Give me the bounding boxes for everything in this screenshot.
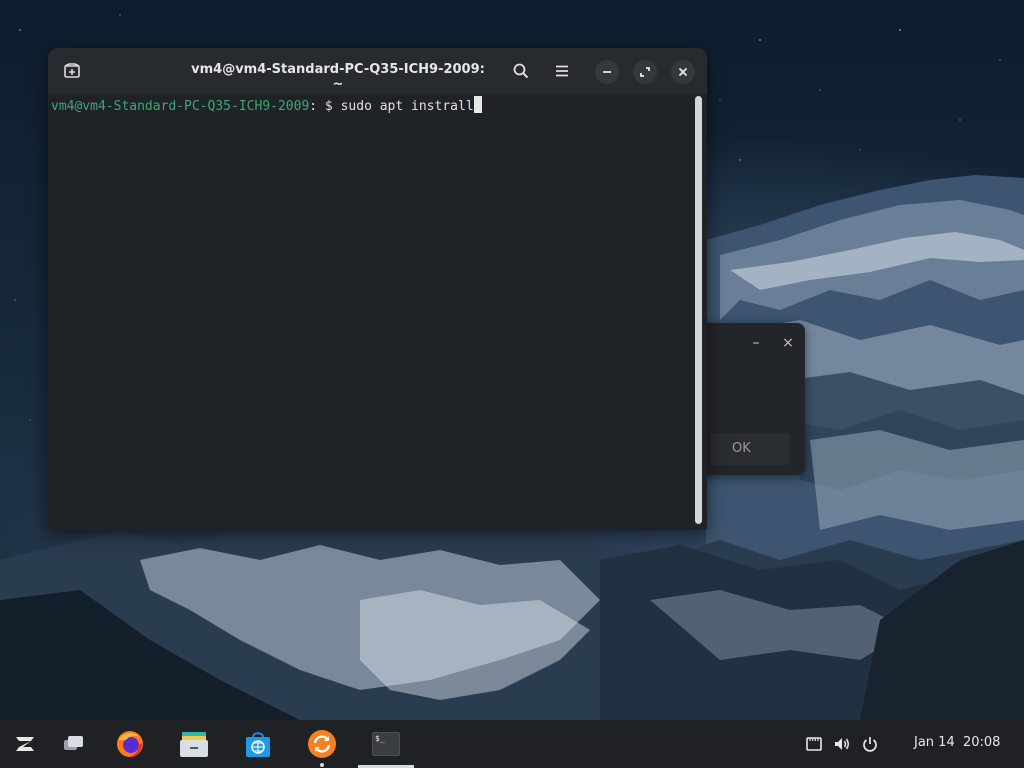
volume-icon[interactable] (832, 734, 852, 754)
svg-text:$_: $_ (375, 734, 385, 743)
terminal-title: vm4@vm4-Standard-PC-Q35-ICH9-2009: ~ (191, 62, 485, 92)
close-icon (678, 67, 688, 77)
terminal-scrollbar[interactable] (695, 96, 702, 524)
files-icon[interactable] (178, 728, 210, 760)
clock[interactable]: Jan 14 20:08 (914, 735, 1000, 750)
network-icon[interactable] (804, 734, 824, 754)
running-app-indicator (320, 763, 324, 767)
firefox-icon[interactable] (114, 728, 146, 760)
zorin-menu-icon[interactable] (9, 728, 41, 760)
minimize-icon (603, 71, 611, 73)
dialog-ok-button[interactable]: OK (710, 433, 790, 465)
power-icon[interactable] (860, 734, 880, 754)
hamburger-menu-icon[interactable] (552, 61, 572, 81)
terminal-output-area[interactable] (48, 94, 693, 530)
taskbar: $_ Jan 14 20:08 (0, 720, 1024, 768)
search-icon[interactable] (511, 61, 531, 81)
software-store-icon[interactable] (242, 728, 274, 760)
dialog-minimize-button[interactable]: – (746, 333, 766, 353)
dialog-close-button[interactable]: × (778, 333, 798, 353)
prompt-separator: : (309, 99, 318, 114)
terminal-icon[interactable]: $_ (370, 728, 402, 760)
prompt-symbol: $ (317, 99, 341, 114)
close-button[interactable] (671, 60, 695, 84)
terminal-prompt-line[interactable]: vm4@vm4-Standard-PC-Q35-ICH9-2009: $ sud… (51, 96, 482, 114)
text-cursor (473, 96, 482, 113)
terminal-titlebar[interactable]: vm4@vm4-Standard-PC-Q35-ICH9-2009: ~ (48, 48, 707, 94)
typed-command: sudo apt instrall (340, 99, 474, 114)
prompt-user-host: vm4@vm4-Standard-PC-Q35-ICH9-2009 (51, 99, 310, 114)
software-updater-icon[interactable] (306, 728, 338, 760)
maximize-icon (640, 67, 650, 77)
maximize-button[interactable] (633, 60, 657, 84)
minimize-button[interactable] (595, 60, 619, 84)
workspaces-icon[interactable] (58, 728, 90, 760)
terminal-window[interactable]: vm4@vm4-Standard-PC-Q35-ICH9-2009: ~ vm4… (48, 48, 707, 530)
new-tab-icon[interactable] (62, 61, 82, 81)
background-dialog-window[interactable]: – × OK (690, 323, 805, 475)
